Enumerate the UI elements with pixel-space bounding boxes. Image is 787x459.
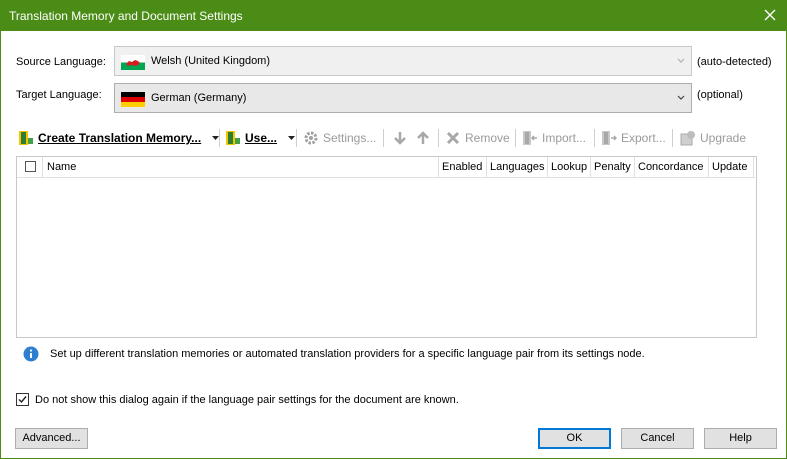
target-language-value: German (Germany) [151, 92, 247, 104]
export-label: Export... [621, 131, 666, 145]
grid-column-name[interactable]: Name [43, 157, 439, 178]
help-button[interactable]: Help [704, 428, 777, 449]
chevron-down-icon [677, 58, 685, 63]
create-translation-memory-label: Create Translation Memory... [38, 131, 202, 145]
chevron-down-icon[interactable] [677, 95, 685, 101]
translation-memory-grid[interactable]: Name Enabled Languages Lookup Penalty Co… [16, 156, 757, 338]
toolbar-separator [296, 129, 297, 147]
gear-icon [304, 131, 318, 145]
select-all-checkbox[interactable] [25, 161, 36, 172]
source-language-value: Welsh (United Kingdom) [151, 55, 271, 67]
source-language-label: Source Language: [16, 56, 106, 68]
cancel-button[interactable]: Cancel [621, 428, 694, 449]
export-button[interactable]: Export... [601, 126, 666, 150]
toolbar-separator [383, 129, 384, 147]
use-button[interactable]: Use... [225, 126, 277, 150]
target-language-combo[interactable]: German (Germany) [114, 83, 692, 113]
upgrade-label: Upgrade [700, 131, 747, 145]
window-title: Translation Memory and Document Settings [9, 9, 243, 23]
settings-button[interactable]: Settings... [303, 126, 376, 150]
move-up-arrow-icon[interactable] [415, 130, 431, 146]
settings-label: Settings... [323, 131, 377, 145]
info-message: Set up different translation memories or… [50, 348, 645, 360]
remove-button[interactable]: Remove [445, 126, 510, 150]
dont-show-again-checkbox[interactable] [16, 393, 29, 406]
title-bar: Translation Memory and Document Settings [0, 0, 787, 31]
move-down-arrow-icon[interactable] [392, 130, 408, 146]
import-label: Import... [542, 131, 587, 145]
wales-flag-icon [121, 55, 145, 70]
translation-memory-icon [226, 131, 240, 145]
toolbar-separator [438, 129, 439, 147]
grid-column-penalty[interactable]: Penalty [591, 157, 635, 178]
create-translation-memory-button[interactable]: Create Translation Memory... [18, 126, 201, 150]
remove-label: Remove [465, 131, 510, 145]
source-auto-detected-hint: (auto-detected) [697, 56, 772, 68]
checkmark-icon [18, 396, 27, 404]
grid-select-all-column [17, 157, 43, 178]
create-dropdown-chevron-icon[interactable] [212, 136, 219, 141]
grid-column-concordance[interactable]: Concordance [635, 157, 709, 178]
germany-flag-icon [121, 92, 145, 107]
toolbar: Create Translation Memory... Use... Sett… [16, 126, 756, 150]
export-icon [602, 131, 617, 145]
upgrade-button[interactable]: Upgrade [680, 126, 746, 150]
upgrade-icon [680, 131, 695, 146]
translation-memory-icon [19, 131, 33, 145]
source-language-combo: Welsh (United Kingdom) [114, 46, 692, 76]
target-optional-hint: (optional) [697, 89, 743, 101]
close-icon[interactable] [761, 6, 779, 24]
advanced-button[interactable]: Advanced... [15, 428, 88, 449]
grid-column-languages[interactable]: Languages [487, 157, 548, 178]
toolbar-separator [515, 129, 516, 147]
import-icon [523, 131, 537, 145]
remove-x-icon [446, 131, 460, 145]
toolbar-separator [594, 129, 595, 147]
use-dropdown-chevron-icon[interactable] [288, 136, 295, 141]
info-icon [23, 346, 39, 362]
grid-header: Name Enabled Languages Lookup Penalty Co… [17, 157, 755, 178]
ok-button[interactable]: OK [538, 428, 611, 449]
toolbar-separator [672, 129, 673, 147]
import-button[interactable]: Import... [522, 126, 586, 150]
toolbar-separator [219, 129, 220, 147]
grid-column-update[interactable]: Update [709, 157, 754, 178]
grid-column-lookup[interactable]: Lookup [548, 157, 591, 178]
use-label: Use... [245, 131, 278, 145]
target-language-label: Target Language: [16, 89, 102, 101]
grid-column-enabled[interactable]: Enabled [439, 157, 487, 178]
dont-show-again-label[interactable]: Do not show this dialog again if the lan… [35, 394, 459, 406]
